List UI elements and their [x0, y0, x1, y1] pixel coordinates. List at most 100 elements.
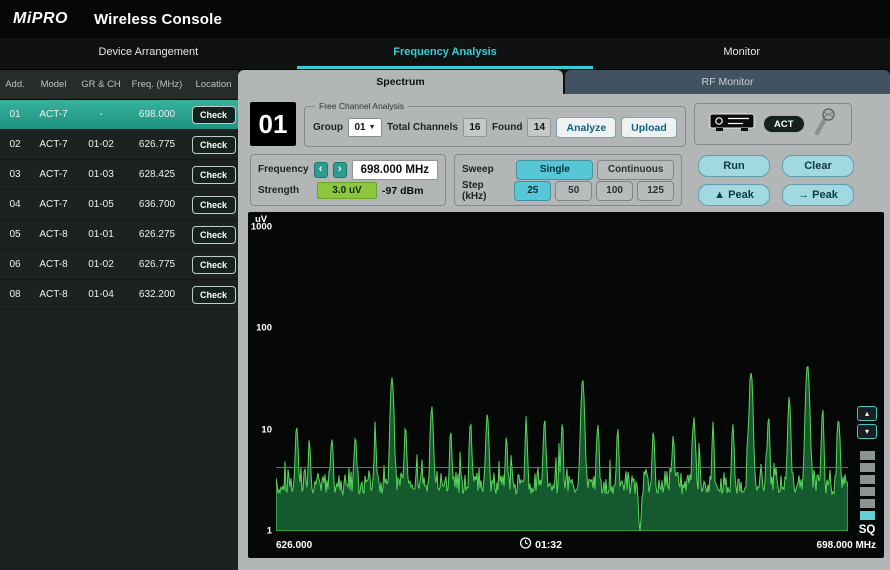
analyze-button[interactable]: Analyze: [556, 117, 616, 138]
cell-grch: 01-05: [77, 199, 125, 210]
spectrum-plot[interactable]: [276, 227, 848, 531]
cell-model: ACT-8: [30, 289, 77, 300]
frequency-step-down-button[interactable]: ‹: [314, 162, 328, 178]
cell-grch: 01-04: [77, 289, 125, 300]
spectrum-page: 01 Free Channel Analysis Group 01 ▼ Tota…: [238, 94, 890, 570]
step-25-button[interactable]: 25: [514, 181, 551, 201]
cell-freq: 628.425: [125, 169, 189, 180]
header-freq: Freq. (MHz): [125, 79, 189, 90]
device-table-header: Add. Model GR & CH Freq. (MHz) Location: [0, 70, 238, 100]
cell-freq: 626.775: [125, 259, 189, 270]
main-tab-bar: Device Arrangement Frequency Analysis Mo…: [0, 38, 890, 70]
cell-grch: 01-01: [77, 229, 125, 240]
cell-model: ACT-7: [30, 109, 77, 120]
act-device-button[interactable]: ACT: [763, 115, 805, 133]
check-button[interactable]: Check: [192, 136, 236, 154]
step-100-button[interactable]: 100: [596, 181, 633, 201]
clock-icon: [519, 537, 531, 552]
cell-model: ACT-7: [30, 199, 77, 210]
table-row[interactable]: 01 ACT-7 - 698.000 Check: [0, 100, 238, 130]
channel-number: 01: [250, 102, 296, 146]
group-select[interactable]: 01 ▼: [348, 118, 382, 137]
tab-rf-monitor[interactable]: RF Monitor: [565, 70, 890, 94]
cell-add: 06: [0, 259, 30, 270]
cell-add: 08: [0, 289, 30, 300]
step-50-button[interactable]: 50: [555, 181, 592, 201]
check-button[interactable]: Check: [192, 196, 236, 214]
check-button[interactable]: Check: [192, 286, 236, 304]
y-axis-labels: 1000 100 10 1: [248, 227, 274, 531]
header-location: Location: [189, 79, 238, 90]
cell-add: 04: [0, 199, 30, 210]
table-row[interactable]: 05 ACT-8 01-01 626.275 Check: [0, 220, 238, 250]
cell-grch: 01-03: [77, 169, 125, 180]
cell-freq: 632.200: [125, 289, 189, 300]
squelch-up-button[interactable]: ▴: [857, 406, 877, 421]
cell-add: 05: [0, 229, 30, 240]
check-button[interactable]: Check: [192, 106, 236, 124]
squelch-label: SQ: [859, 524, 876, 536]
y-tick-1: 1: [267, 526, 272, 537]
squelch-level-segment: [860, 463, 875, 472]
cell-freq: 626.275: [125, 229, 189, 240]
cell-freq: 698.000: [125, 109, 189, 120]
sweep-continuous-button[interactable]: Continuous: [597, 160, 674, 180]
cell-freq: 626.775: [125, 139, 189, 150]
table-row[interactable]: 08 ACT-8 01-04 632.200 Check: [0, 280, 238, 310]
table-row[interactable]: 04 ACT-7 01-05 636.700 Check: [0, 190, 238, 220]
tuning-controls-row: Frequency ‹ › 698.000 MHz Strength 3.0 u…: [250, 154, 880, 206]
table-row[interactable]: 03 ACT-7 01-03 628.425 Check: [0, 160, 238, 190]
dbm-value: -97 dBm: [382, 185, 423, 197]
spectrum-trace: [276, 227, 848, 531]
mipro-logo: MiPRO: [13, 10, 68, 28]
sweep-time-value: 01:32: [535, 539, 562, 551]
squelch-level-segment: [860, 475, 875, 484]
check-button[interactable]: Check: [192, 166, 236, 184]
step-125-button[interactable]: 125: [637, 181, 674, 201]
check-button[interactable]: Check: [192, 256, 236, 274]
top-controls-row: 01 Free Channel Analysis Group 01 ▼ Tota…: [250, 100, 880, 148]
y-tick-100: 100: [256, 323, 272, 334]
peak-up-button[interactable]: ▲ Peak: [698, 184, 770, 206]
squelch-level-segment: [860, 487, 875, 496]
peak-next-button[interactable]: → Peak: [782, 184, 854, 206]
squelch-level-current: [860, 511, 875, 520]
cell-model: ACT-8: [30, 229, 77, 240]
tab-monitor[interactable]: Monitor: [593, 38, 890, 69]
tab-device-arrangement[interactable]: Device Arrangement: [0, 38, 297, 69]
frequency-label: Frequency: [258, 164, 309, 175]
device-selector-box: ACT: [694, 103, 852, 145]
x-axis-start-label: 626.000: [276, 540, 312, 551]
strength-label: Strength: [258, 185, 312, 196]
tab-spectrum[interactable]: Spectrum: [238, 70, 563, 94]
run-button[interactable]: Run: [698, 155, 770, 177]
tab-frequency-analysis[interactable]: Frequency Analysis: [297, 38, 594, 69]
check-button[interactable]: Check: [192, 226, 236, 244]
cell-grch: -: [77, 109, 125, 120]
sweep-label: Sweep: [462, 164, 512, 175]
panel-tab-bar: Spectrum RF Monitor: [238, 70, 890, 94]
table-row[interactable]: 06 ACT-8 01-02 626.775 Check: [0, 250, 238, 280]
microphone-icon: [813, 107, 837, 142]
group-select-value: 01: [354, 122, 365, 133]
spectrum-chart: uV 1000 100 10 1 626.000 698.000 MHz: [248, 212, 884, 558]
upload-button[interactable]: Upload: [621, 117, 677, 138]
receiver-icon: [709, 110, 755, 139]
chevron-down-icon: ▼: [369, 124, 376, 131]
strength-value: 3.0 uV: [317, 182, 377, 199]
cell-model: ACT-7: [30, 169, 77, 180]
squelch-down-button[interactable]: ▾: [857, 424, 877, 439]
frequency-step-up-button[interactable]: ›: [333, 162, 347, 178]
header-grch: GR & CH: [77, 79, 125, 90]
cell-add: 03: [0, 169, 30, 180]
sweep-step-box: Sweep Single Continuous Step (kHz) 25 50…: [454, 154, 682, 206]
header-model: Model: [30, 79, 77, 90]
table-row[interactable]: 02 ACT-7 01-02 626.775 Check: [0, 130, 238, 160]
title-bar: MiPRO Wireless Console: [0, 0, 890, 38]
app-title: Wireless Console: [94, 11, 222, 28]
sweep-single-button[interactable]: Single: [516, 160, 593, 180]
found-label: Found: [492, 122, 523, 133]
total-channels-value: 16: [463, 118, 487, 137]
clear-button[interactable]: Clear: [782, 155, 854, 177]
frequency-strength-box: Frequency ‹ › 698.000 MHz Strength 3.0 u…: [250, 154, 446, 206]
